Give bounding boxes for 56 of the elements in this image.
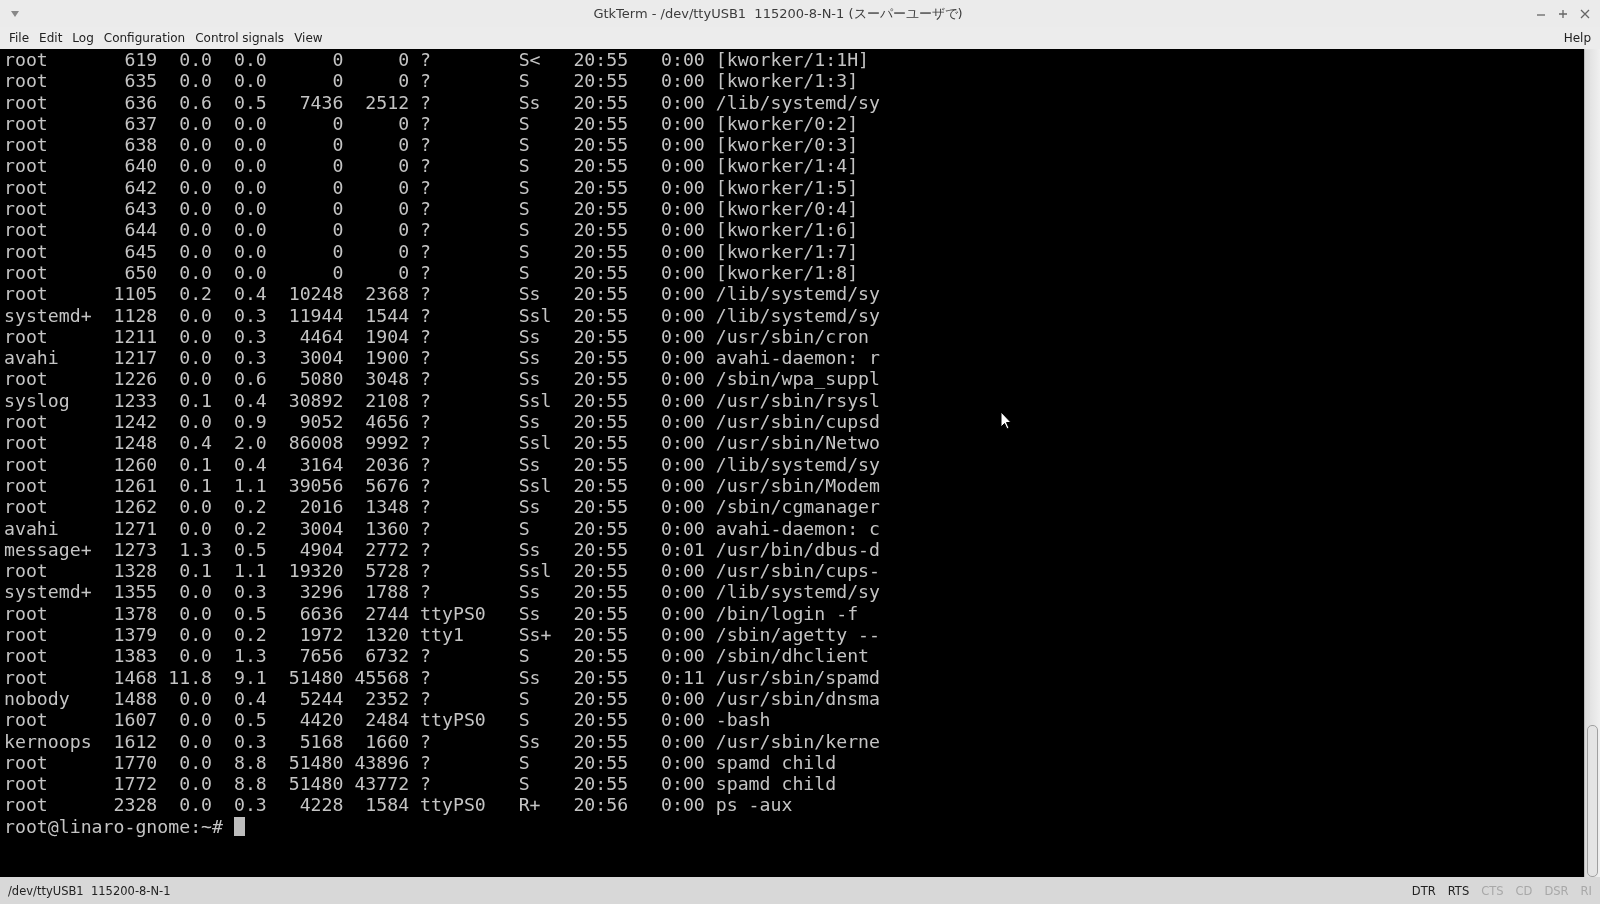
signal-indicator: RTS [1447, 883, 1470, 898]
terminal-line: root 1379 0.0 0.2 1972 1320 tty1 Ss+ 20:55 0:00 /sbin/agetty -- [4, 624, 880, 646]
terminal-area[interactable] [0, 49, 1584, 877]
text-cursor [234, 816, 245, 836]
terminal-line: root 644 0.0 0.0 0 0 ? S 20:55 0:00 [kworker/1:6] [4, 219, 859, 241]
terminal-line: root 1261 0.1 1.1 39056 5676 ? Ssl 20:55 0:00 /usr/sbin/Modem [4, 474, 880, 497]
close-icon[interactable] [1580, 8, 1590, 19]
menu-item[interactable]: Log [67, 29, 99, 47]
caret-icon[interactable] [10, 9, 20, 18]
terminal-line: root 638 0.0 0.0 0 0 ? S 20:55 0:00 [kworker/0:3] [4, 134, 859, 156]
terminal-line: systemd+ 1355 0.0 0.3 3296 1788 ? Ss 20:55 0:00 /lib/systemd/sy [4, 581, 880, 603]
menu-item[interactable]: File [4, 29, 35, 47]
maximize-icon[interactable] [1558, 8, 1568, 19]
terminal-line: root 619 0.0 0.0 0 0 ? S< 20:55 0:00 [kworker/1:1H] [4, 49, 870, 71]
scrollbar-thumb[interactable] [1587, 725, 1598, 877]
menu-item[interactable]: Control signals [190, 29, 290, 47]
terminal-line: root 1105 0.2 0.4 10248 2368 ? Ss 20:55 0:00 /lib/systemd/sy [4, 283, 880, 305]
scrollbar[interactable] [1584, 49, 1600, 877]
terminal-line: root 645 0.0 0.0 0 0 ? S 20:55 0:00 [kworker/1:7] [4, 240, 859, 262]
terminal-line: avahi 1271 0.0 0.2 3004 1360 ? S 20:55 0:00 avahi-daemon: c [4, 517, 880, 539]
shell-prompt: root@linaro-gnome:~# [4, 815, 223, 837]
menu-item[interactable]: Configuration [98, 29, 191, 47]
terminal-line: root 642 0.0 0.0 0 0 ? S 20:55 0:00 [kworker/1:5] [4, 176, 859, 199]
terminal-line: root 1378 0.0 0.5 6636 2744 ttyPS0 Ss 20:55 0:00 /bin/login -f [4, 602, 859, 624]
signal-indicator: DTR [1411, 883, 1436, 898]
terminal-line: root 650 0.0 0.0 0 0 ? S 20:55 0:00 [kworker/1:8] [4, 261, 859, 284]
terminal-line: root 2328 0.0 0.3 4228 1584 ttyPS0 R+ 20:56 0:00 ps -aux [4, 794, 793, 816]
terminal-line: root 636 0.6 0.5 7436 2512 ? Ss 20:55 0:00 /lib/systemd/sy [4, 91, 880, 113]
terminal-line: root 1260 0.1 0.4 3164 2036 ? Ss 20:55 0:00 /lib/systemd/sy [4, 453, 880, 475]
terminal-line: root 635 0.0 0.0 0 0 ? S 20:55 0:00 [kworker/1:3] [4, 70, 859, 92]
window-title: GtkTerm - /dev/ttyUSB1 115200-8-N-1 (スーパーユーザで) [592, 4, 964, 23]
terminal-line: nobody 1488 0.0 0.4 5244 2352 ? S 20:55 0:00 /usr/sbin/dnsma [4, 687, 880, 710]
menu-item[interactable]: View [289, 29, 328, 47]
mouse-pointer-icon [1000, 411, 1012, 430]
terminal-line: root 1383 0.0 1.3 7656 6732 ? S 20:55 0:00 /sbin/dhclient [4, 645, 870, 667]
terminal-line: root 640 0.0 0.0 0 0 ? S 20:55 0:00 [kworker/1:4] [4, 155, 859, 177]
terminal-line: message+ 1273 1.3 0.5 4904 2772 ? Ss 20:55 0:01 /usr/bin/dbus-d [4, 538, 880, 561]
terminal-line: root 1211 0.0 0.3 4464 1904 ? Ss 20:55 0:00 /usr/sbin/cron [4, 325, 870, 348]
terminal-line: root 637 0.0 0.0 0 0 ? S 20:55 0:00 [kworker/0:2] [4, 112, 859, 135]
terminal-line: root 1770 0.0 8.8 51480 43896 ? S 20:55 0:00 spamd child [4, 751, 837, 774]
menu-item[interactable]: Edit [34, 29, 68, 47]
terminal-line: root 1328 0.1 1.1 19320 5728 ? Ssl 20:55 0:00 /usr/sbin/cups- [4, 560, 880, 582]
terminal-line: systemd+ 1128 0.0 0.3 11944 1544 ? Ssl 20:55 0:00 /lib/systemd/sy [4, 304, 880, 326]
terminal-line: syslog 1233 0.1 0.4 30892 2108 ? Ssl 20:55 0:00 /usr/sbin/rsysl [4, 389, 880, 412]
menu-item[interactable]: Help [1558, 29, 1596, 47]
terminal-line: root 643 0.0 0.0 0 0 ? S 20:55 0:00 [kworker/0:4] [4, 198, 859, 220]
terminal-line: root 1262 0.0 0.2 2016 1348 ? Ss 20:55 0:00 /sbin/cgmanager [4, 496, 880, 518]
terminal-line: root 1468 11.8 9.1 51480 45568 ? Ss 20:55 0:11 /usr/sbin/spamd [4, 666, 880, 688]
port-settings: /dev/ttyUSB1 115200-8-N-1 [8, 883, 171, 898]
terminal-line: kernoops 1612 0.0 0.3 5168 1660 ? Ss 20:55 0:00 /usr/sbin/kerne [4, 730, 880, 752]
terminal-line: root 1248 0.4 2.0 86008 9992 ? Ssl 20:55 0:00 /usr/sbin/Netwo [4, 432, 880, 454]
terminal-line: root 1226 0.0 0.6 5080 3048 ? Ss 20:55 0:00 /sbin/wpa_suppl [4, 368, 880, 390]
terminal-line: avahi 1217 0.0 0.3 3004 1900 ? Ss 20:55 0:00 avahi-daemon: r [4, 347, 880, 369]
terminal-line: root 1607 0.0 0.5 4420 2484 ttyPS0 S 20:55 0:00 -bash [4, 709, 771, 731]
terminal-line: root 1242 0.0 0.9 9052 4656 ? Ss 20:55 0:00 /usr/sbin/cupsd [4, 411, 880, 433]
terminal-line: root 1772 0.0 8.8 51480 43772 ? S 20:55 0:00 spamd child [4, 773, 837, 795]
